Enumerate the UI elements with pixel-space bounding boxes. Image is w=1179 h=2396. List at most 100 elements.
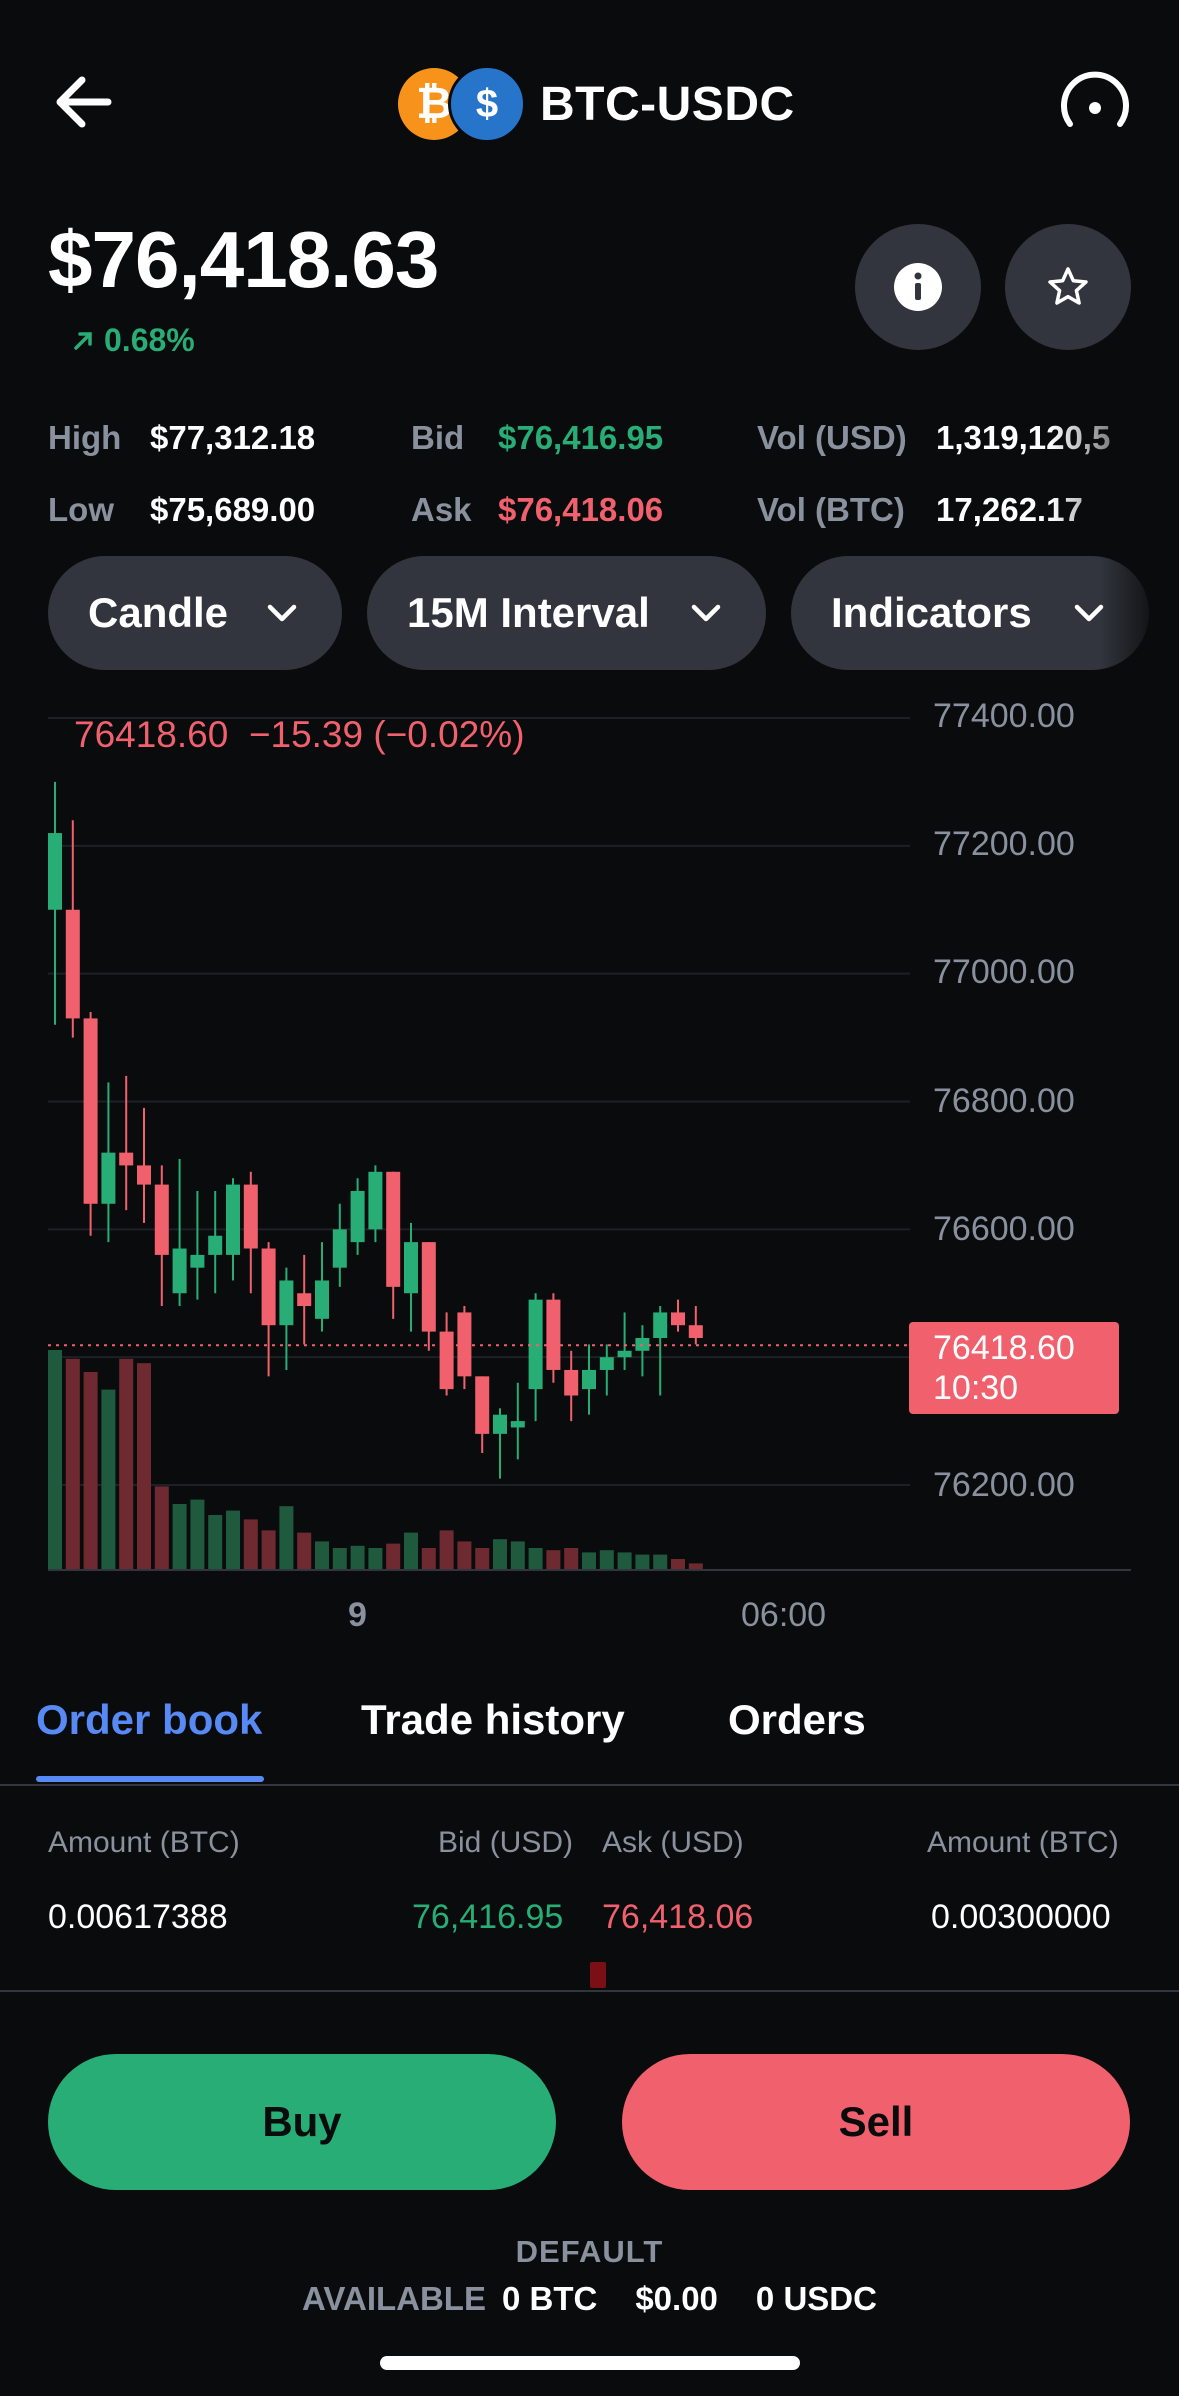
ob-bid-price[interactable]: 76,416.95 bbox=[412, 1898, 563, 1937]
candle-body bbox=[279, 1280, 294, 1326]
last-price-tag-time: 10:30 bbox=[933, 1369, 1019, 1407]
volume-bar bbox=[261, 1530, 276, 1570]
tab-order-book[interactable]: Order book bbox=[36, 1696, 262, 1744]
candle-body bbox=[421, 1242, 436, 1332]
volume-bar bbox=[599, 1550, 614, 1570]
volume-bar bbox=[315, 1541, 329, 1570]
candle-body bbox=[653, 1312, 668, 1338]
interval-label: 15M Interval bbox=[407, 589, 650, 636]
volume-bar bbox=[65, 1358, 80, 1570]
volume-bar bbox=[386, 1543, 401, 1570]
back-button[interactable] bbox=[48, 62, 128, 142]
available-usd: $0.00 bbox=[635, 2280, 718, 2317]
volume-bar bbox=[279, 1506, 294, 1570]
candle-body bbox=[350, 1190, 365, 1243]
volume-bar bbox=[172, 1504, 187, 1570]
price-change: 0.68% bbox=[72, 322, 195, 359]
candle-body bbox=[190, 1254, 205, 1268]
info-button[interactable] bbox=[855, 224, 981, 350]
volume-bar bbox=[154, 1486, 169, 1570]
spread-marker bbox=[590, 1962, 606, 1988]
last-price-tag-value: 76418.60 bbox=[933, 1329, 1075, 1367]
volume-bar bbox=[48, 1350, 62, 1570]
indicators-label: Indicators bbox=[831, 589, 1032, 636]
x-axis-label: 9 bbox=[348, 1596, 367, 1634]
candle-body bbox=[83, 1018, 98, 1204]
buy-button[interactable]: Buy bbox=[48, 2054, 556, 2190]
ob-bid-amount: 0.00617388 bbox=[48, 1898, 228, 1936]
candle-body bbox=[493, 1414, 507, 1434]
favorite-button[interactable] bbox=[1005, 224, 1131, 350]
volume-bar bbox=[332, 1548, 347, 1570]
available-label: AVAILABLE bbox=[302, 2280, 486, 2317]
candle-body bbox=[101, 1152, 116, 1204]
candle-body bbox=[154, 1184, 169, 1255]
arrow-left-icon bbox=[56, 76, 112, 128]
volume-bar bbox=[671, 1559, 685, 1570]
star-icon bbox=[1048, 267, 1088, 305]
volume-bar bbox=[457, 1541, 472, 1570]
volume-bar bbox=[546, 1550, 561, 1570]
y-axis-label: 76600.00 bbox=[933, 1210, 1075, 1248]
candle-body bbox=[671, 1312, 685, 1326]
candle-body bbox=[368, 1171, 383, 1230]
volume-bar bbox=[528, 1548, 543, 1570]
current-price: $76,418.63 bbox=[48, 215, 439, 304]
volume-bar bbox=[243, 1519, 258, 1570]
ob-ask-amount: 0.00300000 bbox=[931, 1898, 1111, 1936]
volume-bar bbox=[564, 1548, 579, 1570]
candle-body bbox=[599, 1357, 614, 1370]
candle-body bbox=[208, 1235, 223, 1255]
bid-value: $76,416.95 bbox=[498, 419, 664, 456]
indicators-dropdown[interactable]: Indicators bbox=[791, 556, 1149, 670]
candle-body bbox=[688, 1325, 703, 1338]
candle-body bbox=[617, 1350, 632, 1358]
candle-body bbox=[510, 1421, 525, 1428]
y-axis-label: 77000.00 bbox=[933, 953, 1075, 991]
stats-fade bbox=[1050, 400, 1179, 550]
volume-bar bbox=[83, 1372, 98, 1570]
high-label: High bbox=[48, 419, 122, 456]
volume-bar bbox=[493, 1539, 507, 1570]
pair-header: ₿ $ BTC-USDC bbox=[398, 64, 795, 144]
last-price-tag: 76418.60 10:30 bbox=[909, 1322, 1119, 1414]
candle-body bbox=[65, 909, 80, 1019]
ob-ask-price[interactable]: 76,418.06 bbox=[602, 1898, 753, 1937]
volume-bar bbox=[582, 1552, 596, 1570]
low-value: $75,689.00 bbox=[150, 491, 316, 528]
volume-bar bbox=[297, 1532, 312, 1570]
candle-body bbox=[386, 1171, 401, 1287]
chevron-down-icon bbox=[267, 604, 297, 622]
sell-button[interactable]: Sell bbox=[622, 2054, 1130, 2190]
candle-body bbox=[475, 1376, 490, 1434]
usdc-icon: $ bbox=[448, 65, 526, 143]
volume-bar bbox=[190, 1499, 205, 1570]
info-icon bbox=[894, 263, 942, 311]
chevron-down-icon bbox=[691, 604, 721, 622]
y-axis-label: 77200.00 bbox=[933, 825, 1075, 863]
tab-orders[interactable]: Orders bbox=[728, 1696, 866, 1744]
ob-header-bid-price: Bid (USD) bbox=[438, 1826, 574, 1859]
candle-body bbox=[226, 1184, 240, 1255]
candle-body bbox=[546, 1299, 561, 1370]
volume-bar bbox=[119, 1358, 134, 1570]
interval-dropdown[interactable]: 15M Interval bbox=[367, 556, 766, 670]
volume-bar bbox=[368, 1548, 383, 1570]
candle-body bbox=[172, 1248, 187, 1294]
volume-bar bbox=[475, 1548, 490, 1570]
portfolio-label[interactable]: DEFAULT bbox=[0, 2234, 1179, 2270]
y-axis-label: 76200.00 bbox=[933, 1466, 1075, 1504]
candle-body bbox=[315, 1280, 329, 1319]
volume-bar bbox=[617, 1552, 632, 1570]
candle-body bbox=[261, 1248, 276, 1326]
volume-bar bbox=[208, 1515, 223, 1570]
candle-body bbox=[564, 1369, 579, 1396]
volume-bar bbox=[635, 1554, 650, 1570]
tab-trade-history[interactable]: Trade history bbox=[361, 1696, 625, 1744]
chart-type-dropdown[interactable]: Candle bbox=[48, 556, 342, 670]
active-tab-indicator bbox=[36, 1776, 264, 1782]
candle-body bbox=[582, 1369, 596, 1390]
candle-body bbox=[404, 1242, 418, 1294]
volume-bar bbox=[404, 1532, 418, 1570]
gauge-button[interactable] bbox=[1056, 66, 1134, 144]
